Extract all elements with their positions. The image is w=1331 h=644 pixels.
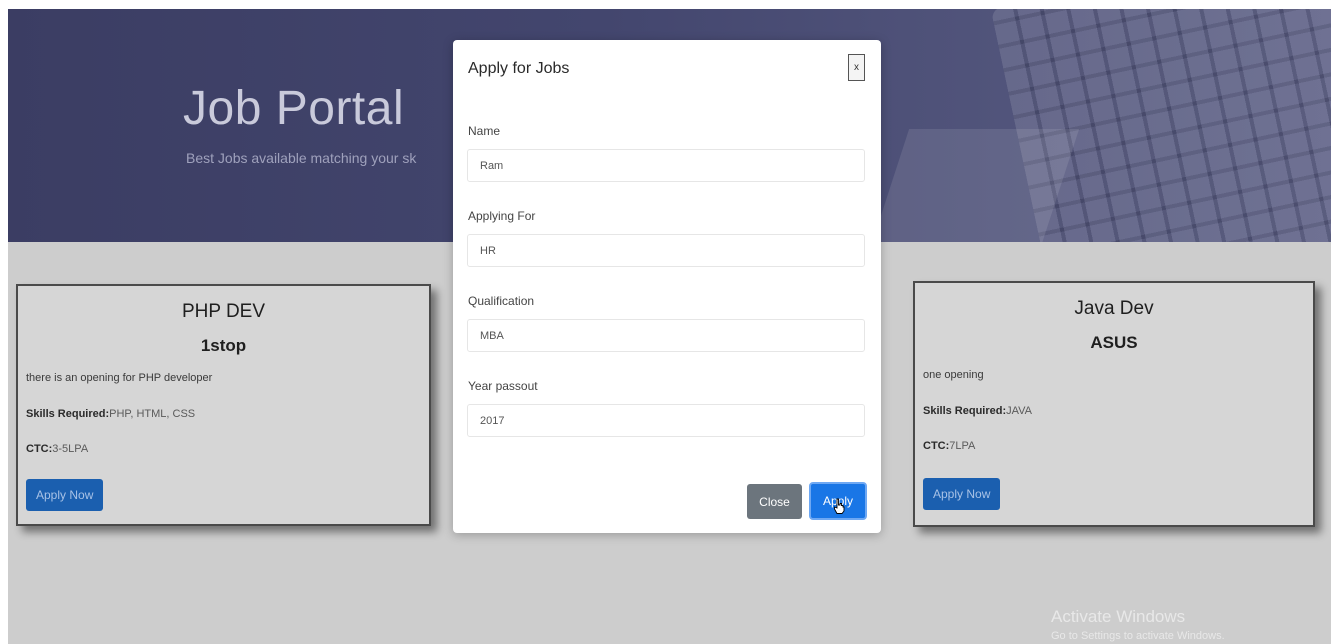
- ctc-value: 7LPA: [949, 440, 976, 452]
- ctc-label: CTC:: [26, 443, 53, 455]
- watermark-line1: Activate Windows: [1051, 607, 1186, 626]
- hero-subtitle: Best Jobs available matching your sk: [186, 150, 417, 166]
- hand-cursor-icon: [834, 498, 845, 514]
- laptop-edge-image: [866, 129, 1080, 242]
- skills-value: PHP, HTML, CSS: [109, 408, 196, 420]
- apply-now-button[interactable]: Apply Now: [26, 479, 104, 511]
- job-card-java: Java Dev ASUS one opening Skills Require…: [913, 281, 1315, 527]
- job-title: Java Dev: [1074, 298, 1154, 319]
- windows-activation-watermark: Activate Windows Go to Settings to activ…: [1051, 607, 1225, 642]
- job-title: PHP DEV: [181, 301, 266, 322]
- ctc-label: CTC:: [923, 440, 950, 452]
- close-icon[interactable]: x: [848, 54, 865, 81]
- job-description: there is an opening for PHP developer: [26, 372, 213, 384]
- applying-for-input[interactable]: [467, 234, 865, 267]
- name-label: Name: [468, 124, 501, 138]
- watermark-line2: Go to Settings to activate Windows.: [1051, 630, 1225, 642]
- skills-label: Skills Required:: [26, 408, 110, 420]
- qualification-input[interactable]: [467, 319, 865, 352]
- name-input[interactable]: [467, 149, 865, 182]
- job-skills: Skills Required:PHP, HTML, CSS: [26, 408, 195, 420]
- job-ctc: CTC:3-5LPA: [26, 443, 88, 455]
- job-company: 1stop: [200, 336, 247, 355]
- qualification-label: Qualification: [468, 294, 535, 308]
- applying-for-label: Applying For: [468, 209, 536, 223]
- apply-now-button[interactable]: Apply Now: [923, 478, 1001, 510]
- skills-label: Skills Required:: [923, 405, 1007, 417]
- job-card-php: PHP DEV 1stop there is an opening for PH…: [16, 284, 431, 526]
- year-passout-input[interactable]: [467, 404, 865, 437]
- year-passout-label: Year passout: [468, 379, 538, 393]
- apply-modal: Apply for Jobs x Name Applying For Quali…: [453, 40, 881, 533]
- close-button[interactable]: Close: [747, 484, 802, 519]
- job-company: ASUS: [1090, 333, 1138, 352]
- hero-title: Job Portal: [183, 82, 405, 135]
- job-description: one opening: [923, 369, 984, 381]
- modal-title: Apply for Jobs: [468, 60, 570, 77]
- skills-value: JAVA: [1006, 405, 1033, 417]
- job-skills: Skills Required:JAVA: [923, 405, 1032, 417]
- job-ctc: CTC:7LPA: [923, 440, 975, 452]
- ctc-value: 3-5LPA: [52, 443, 89, 455]
